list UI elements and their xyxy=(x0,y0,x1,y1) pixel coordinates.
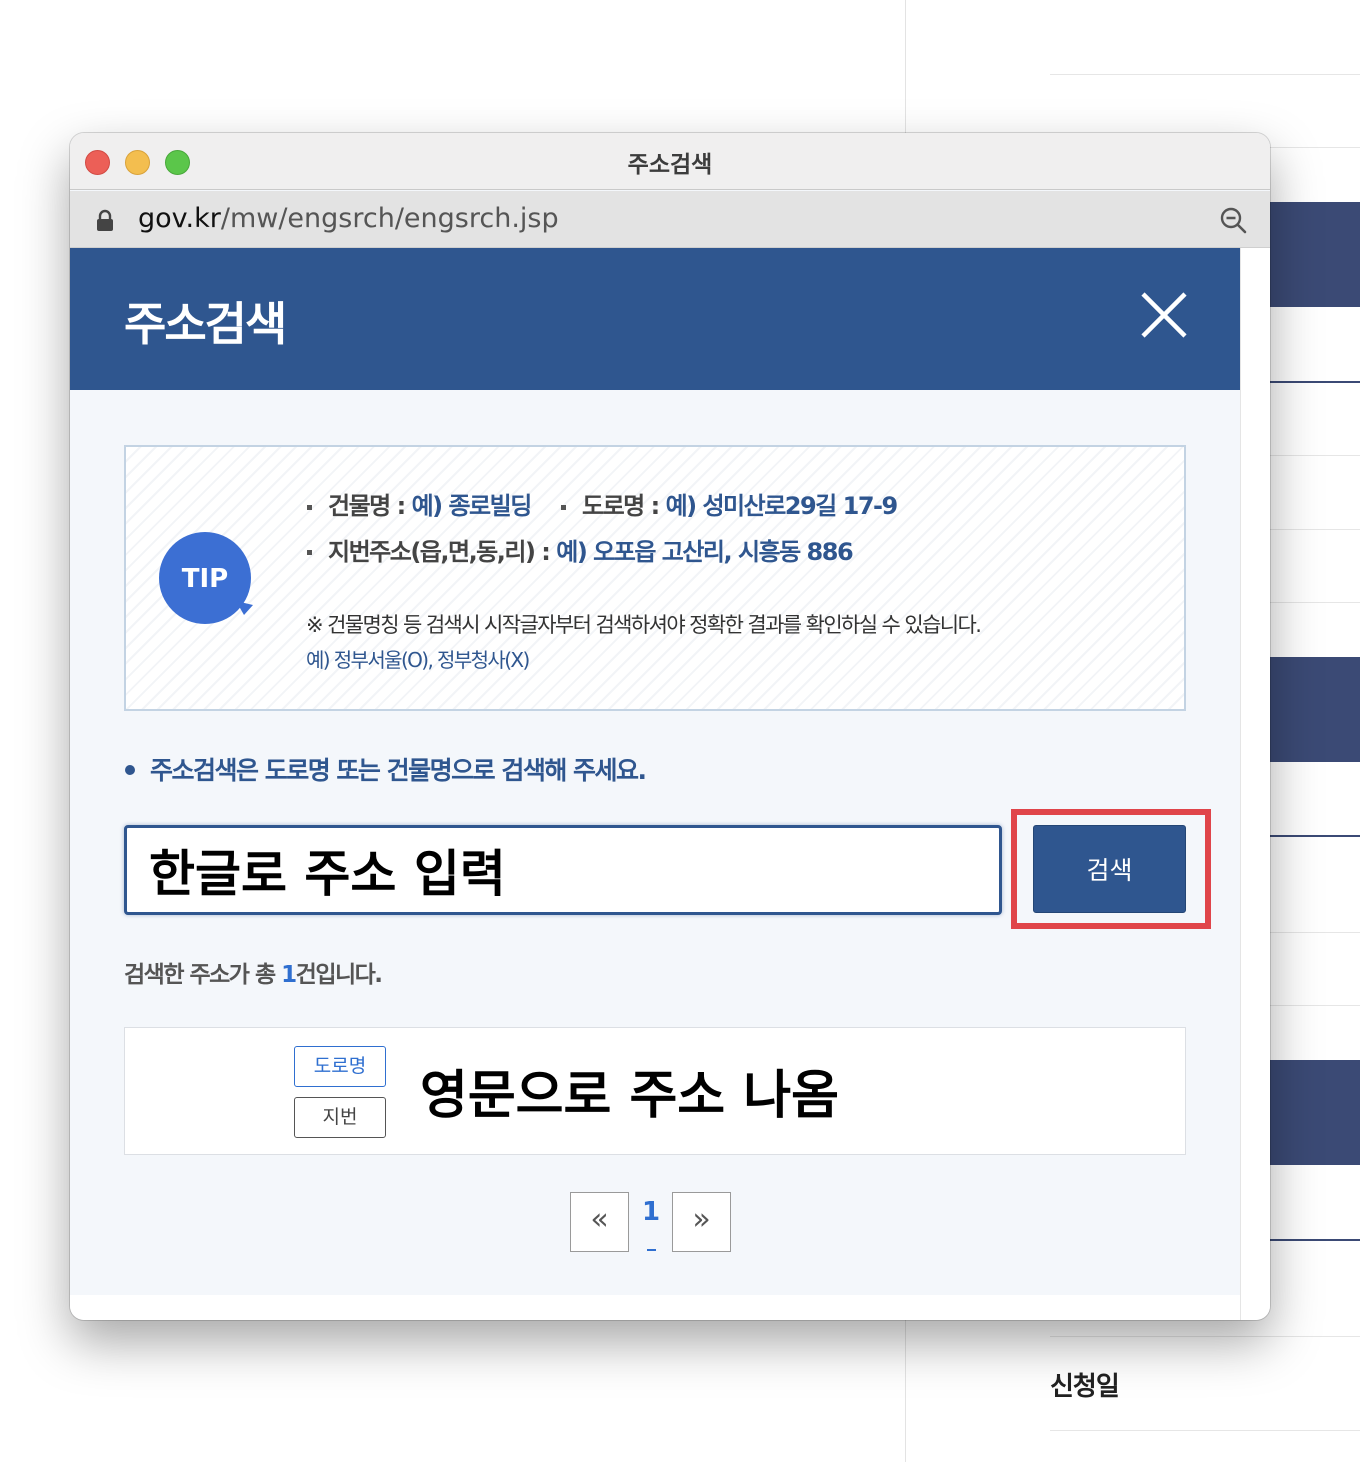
tip-building-example: 예) 종로빌딩 xyxy=(411,492,533,520)
bullet xyxy=(307,550,312,555)
tip-building-label: 건물명 : xyxy=(328,492,412,520)
lot-address-tag[interactable]: 지번 xyxy=(294,1097,386,1138)
background-blue-line xyxy=(1270,835,1360,837)
background-blue-line xyxy=(1270,1239,1360,1241)
lock-icon xyxy=(97,209,113,231)
tip-badge: TIP xyxy=(159,532,253,624)
search-guide-text: 주소검색은 도로명 또는 건물명으로 검색해 주세요. xyxy=(150,756,647,785)
background-header-bar xyxy=(1270,1060,1360,1165)
background-header-bar xyxy=(1270,657,1360,762)
tip-box xyxy=(124,445,1186,711)
current-page-indicator xyxy=(647,1249,656,1251)
tip-note-example: 예) 정부서울(O), 정부청사(X) xyxy=(306,648,530,672)
road-address-tag[interactable]: 도로명 xyxy=(294,1046,386,1087)
window-title: 주소검색 xyxy=(627,152,713,178)
tip-badge-text: TIP xyxy=(182,564,228,594)
bullet xyxy=(307,505,312,510)
tip-note: ※ 건물명칭 등 검색시 시작글자부터 검색하셔야 정확한 결과를 확인하실 수… xyxy=(306,613,982,637)
close-icon[interactable] xyxy=(1140,291,1188,339)
tip-road: 도로명 : 예) 성미산로29길 17-9 xyxy=(582,486,899,521)
zoom-out-icon[interactable] xyxy=(1218,205,1248,235)
background-row-line xyxy=(1050,1336,1360,1337)
tip-lot: 지번주소(읍,면,동,리) : 예) 오포읍 고산리, 시흥동 886 xyxy=(328,532,854,567)
background-header-bar xyxy=(1270,202,1360,307)
background-row-line xyxy=(1050,74,1360,75)
next-page-button[interactable]: » xyxy=(672,1192,731,1252)
modal-footer xyxy=(70,1295,1240,1320)
search-button[interactable]: 검색 xyxy=(1033,825,1186,913)
window-titlebar: 주소검색 xyxy=(70,133,1270,190)
modal-header: 주소검색 xyxy=(70,248,1240,390)
tip-road-label: 도로명 : xyxy=(582,492,666,520)
result-count: 검색한 주소가 총 1건입니다. xyxy=(124,955,383,989)
url-path: /mw/engsrch/engsrch.jsp xyxy=(220,203,559,234)
scrollbar[interactable] xyxy=(1240,248,1270,1320)
modal-title: 주소검색 xyxy=(124,297,287,351)
tip-lot-label: 지번주소(읍,면,동,리) : xyxy=(328,538,557,566)
page-number-current[interactable]: 1 xyxy=(639,1197,663,1227)
result-count-suffix: 건입니다. xyxy=(295,962,383,988)
tip-road-example: 예) 성미산로29길 17-9 xyxy=(665,492,899,520)
result-address[interactable]: 영문으로 주소 나옴 xyxy=(420,1053,839,1128)
url-text[interactable]: gov.kr/mw/engsrch/engsrch.jsp xyxy=(138,203,559,234)
bullet xyxy=(561,505,566,510)
bullet xyxy=(125,765,135,775)
search-input[interactable] xyxy=(124,825,1002,915)
result-count-prefix: 검색한 주소가 총 xyxy=(124,962,282,988)
tip-building: 건물명 : 예) 종로빌딩 xyxy=(328,486,533,521)
background-row-line xyxy=(1050,1430,1360,1431)
background-application-date-label: 신청일 xyxy=(1050,1372,1120,1402)
background-blue-line xyxy=(1270,381,1360,383)
address-bar: gov.kr/mw/engsrch/engsrch.jsp xyxy=(70,191,1270,248)
prev-page-button[interactable]: « xyxy=(570,1192,629,1252)
url-host: gov.kr xyxy=(138,203,221,234)
popup-window: 주소검색 gov.kr/mw/engsrch/engsrch.jsp 주소검색 … xyxy=(70,133,1270,1320)
tip-lot-example: 예) 오포읍 고산리, 시흥동 886 xyxy=(556,538,853,566)
result-count-number: 1 xyxy=(281,962,297,988)
